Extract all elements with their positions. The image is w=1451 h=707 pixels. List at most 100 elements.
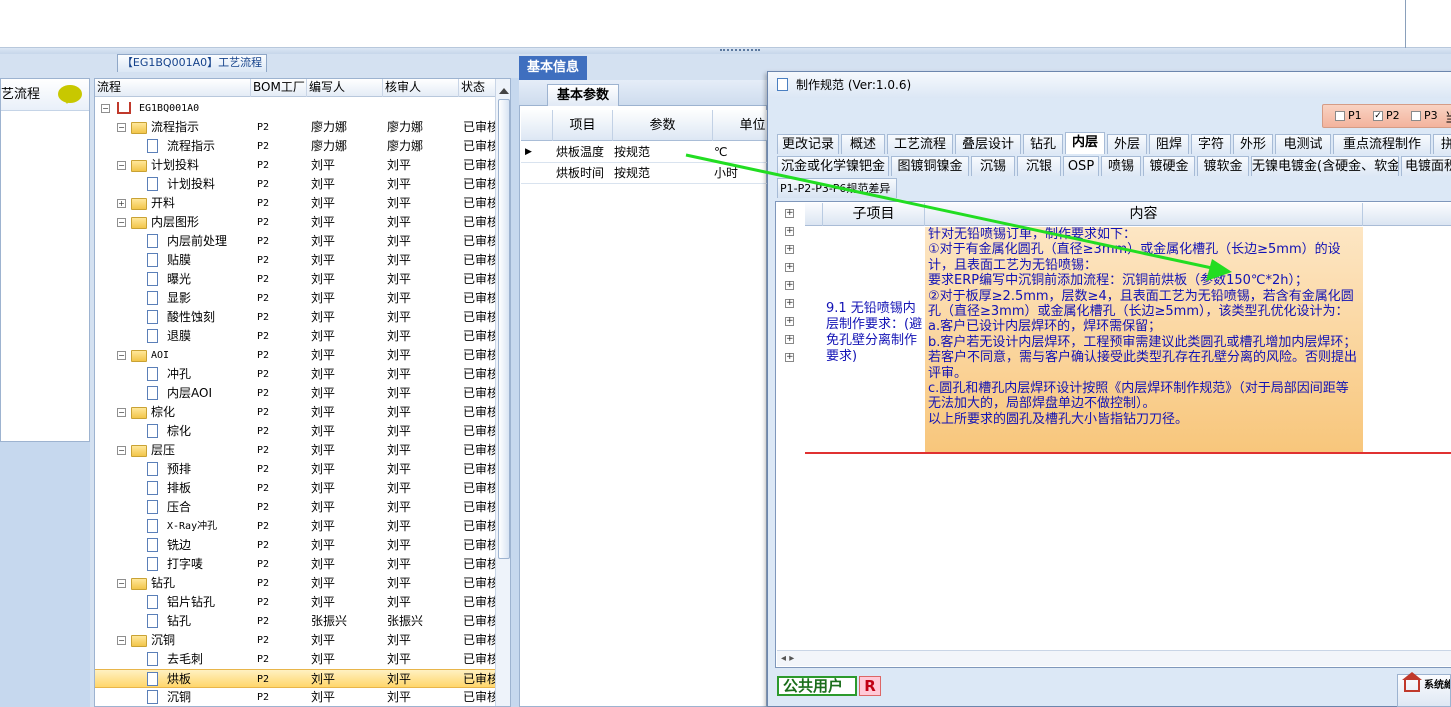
vertical-splitter[interactable] (511, 78, 519, 707)
tab-spec[interactable]: 外形 (1233, 134, 1273, 154)
tab-spec[interactable]: 电镀面积 (1401, 156, 1451, 176)
param-row[interactable]: ▶ 烘板温度 按规范 ℃ (521, 143, 767, 163)
scroll-thumb[interactable] (498, 99, 510, 559)
expand-plus-icon[interactable]: + (785, 299, 794, 308)
tab-plant-diff[interactable]: P1-P2-P3-P6规范差异 (777, 178, 897, 198)
expand-plus-icon[interactable]: + (785, 281, 794, 290)
tab-spec[interactable]: 内层 (1065, 132, 1105, 154)
grid-horizontal-scrollbar[interactable]: ◂ ▸ (777, 650, 1451, 666)
col-header-subitem[interactable]: 子项目 (823, 203, 925, 226)
tree-row[interactable]: 沉铜P2刘平刘平已审核 (95, 688, 495, 706)
tab-spec[interactable]: 电测试 (1275, 134, 1331, 154)
param-value[interactable]: 按规范 (614, 164, 650, 183)
expand-toggle-icon[interactable]: + (117, 199, 126, 208)
tree-row[interactable]: − 棕化 P2 刘平 刘平 已审核 (95, 403, 495, 422)
splitter-grip[interactable] (720, 49, 760, 52)
col-header-status[interactable]: 状态 (459, 79, 499, 97)
expand-plus-icon[interactable]: + (785, 227, 794, 236)
expand-toggle-icon[interactable]: − (101, 104, 110, 113)
expand-plus-icon[interactable]: + (785, 209, 794, 218)
tab-spec[interactable]: OSP (1063, 156, 1099, 176)
tree-row[interactable]: 铝片钻孔P2刘平刘平已审核 (95, 593, 495, 612)
tab-spec[interactable]: 镀软金 (1197, 156, 1249, 176)
expand-toggle-icon[interactable]: − (117, 351, 126, 360)
tab-spec[interactable]: 工艺流程 (887, 134, 953, 154)
tree-row[interactable]: 显影P2刘平刘平已审核 (95, 289, 495, 308)
checkbox-p1[interactable] (1335, 111, 1345, 121)
tab-spec[interactable]: 沉银 (1017, 156, 1061, 176)
tree-row[interactable]: 预排P2刘平刘平已审核 (95, 460, 495, 479)
tab-spec[interactable]: 字符 (1191, 134, 1231, 154)
tree-row[interactable]: 内层前处理P2刘平刘平已审核 (95, 232, 495, 251)
tree-row[interactable]: − AOI P2 刘平 刘平 已审核 (95, 346, 495, 365)
expand-toggle-icon[interactable]: − (117, 161, 126, 170)
expand-toggle-icon[interactable]: − (117, 123, 126, 132)
tab-spec[interactable]: 钻孔 (1023, 134, 1063, 154)
tab-spec[interactable]: 喷锡 (1101, 156, 1141, 176)
tree-row[interactable]: 计划投料P2刘平刘平已审核 (95, 175, 495, 194)
col-header-param[interactable]: 参数 (613, 110, 713, 141)
expand-plus-icon[interactable]: + (785, 317, 794, 326)
tree-row[interactable]: 烘板P2刘平刘平已审核 (95, 669, 495, 688)
tree-row[interactable]: 压合P2刘平刘平已审核 (95, 498, 495, 517)
tree-row[interactable]: 铣边P2刘平刘平已审核 (95, 536, 495, 555)
param-row[interactable]: 烘板时间 按规范 小时 (521, 164, 767, 184)
tab-basic-params[interactable]: 基本参数 (547, 84, 619, 106)
checkbox-p3[interactable] (1411, 111, 1421, 121)
dialog-title[interactable]: 制作规范 (Ver:1.0.6) (768, 72, 1451, 98)
scroll-up-icon[interactable] (499, 83, 509, 94)
tree-row[interactable]: 钻孔P2张振兴张振兴已审核 (95, 612, 495, 631)
tab-spec[interactable]: 沉锡 (971, 156, 1015, 176)
param-value[interactable]: 按规范 (614, 143, 650, 162)
tree-row[interactable]: 流程指示P2廖力娜廖力娜已审核 (95, 137, 495, 156)
tree-row[interactable]: − 计划投料 P2 刘平 刘平 已审核 (95, 156, 495, 175)
col-header-item[interactable]: 项目 (553, 110, 613, 141)
tab-spec[interactable]: 拼板 (1433, 134, 1451, 154)
tab-spec[interactable]: 叠层设计 (955, 134, 1021, 154)
tree-row[interactable]: 冲孔P2刘平刘平已审核 (95, 365, 495, 384)
tree-row[interactable]: 内层AOIP2刘平刘平已审核 (95, 384, 495, 403)
tab-spec[interactable]: 阻焊 (1149, 134, 1189, 154)
tab-spec[interactable]: 概述 (841, 134, 885, 154)
tab-basic-info[interactable]: 基本信息 (519, 56, 587, 80)
tab-spec[interactable]: 镀硬金 (1143, 156, 1195, 176)
tree-row[interactable]: − 层压 P2 刘平 刘平 已审核 (95, 441, 495, 460)
expand-plus-icon[interactable]: + (785, 263, 794, 272)
col-header-content[interactable]: 内容 (925, 203, 1363, 226)
tree-row[interactable]: 曝光P2刘平刘平已审核 (95, 270, 495, 289)
expand-toggle-icon[interactable]: − (117, 408, 126, 417)
tab-spec[interactable]: 更改记录 (777, 134, 839, 154)
tree-row[interactable]: X-Ray冲孔P2刘平刘平已审核 (95, 517, 495, 536)
tree-row[interactable]: 去毛刺P2刘平刘平已审核 (95, 650, 495, 669)
tab-spec[interactable]: 沉金或化学镍钯金 (777, 156, 889, 176)
expand-plus-icon[interactable]: + (785, 335, 794, 344)
checkbox-p2[interactable]: ✓ (1373, 111, 1383, 121)
col-header-process[interactable]: 流程 (95, 79, 251, 97)
tab-spec[interactable]: 重点流程制作 (1333, 134, 1431, 154)
expand-toggle-icon[interactable]: − (117, 579, 126, 588)
expand-toggle-icon[interactable]: − (117, 636, 126, 645)
tree-row[interactable]: 棕化P2刘平刘平已审核 (95, 422, 495, 441)
cell-subitem[interactable]: 9.1 无铅喷锡内层制作要求：(避免孔壁分离制作要求) (823, 227, 925, 453)
tree-row[interactable]: − EG1BQ001A0 (95, 99, 495, 118)
tab-spec[interactable]: 图镀铜镍金 (891, 156, 969, 176)
expand-toggle-icon[interactable]: − (117, 218, 126, 227)
cell-content[interactable]: 针对无铅喷锡订单，制作要求如下： ①对于有金属化圆孔（直径≥3mm）或金属化槽孔（… (925, 227, 1363, 453)
tree-row[interactable]: 酸性蚀刻P2刘平刘平已审核 (95, 308, 495, 327)
col-header-reviewer[interactable]: 核审人 (383, 79, 459, 97)
col-header-writer[interactable]: 编写人 (307, 79, 383, 97)
tree-row[interactable]: − 内层图形 P2 刘平 刘平 已审核 (95, 213, 495, 232)
chat-bubble-icon[interactable] (58, 85, 82, 104)
tree-row[interactable]: − 沉铜 P2 刘平 刘平 已审核 (95, 631, 495, 650)
tree-row[interactable]: − 钻孔 P2 刘平 刘平 已审核 (95, 574, 495, 593)
tree-row[interactable]: 打字唛P2刘平刘平已审核 (95, 555, 495, 574)
tree-scrollbar[interactable] (495, 79, 510, 706)
expand-plus-icon[interactable]: + (785, 353, 794, 362)
tab-spec[interactable]: 外层 (1107, 134, 1147, 154)
tree-row[interactable]: − 流程指示 P2 廖力娜 廖力娜 已审核 (95, 118, 495, 137)
col-header-bom[interactable]: BOM工厂 (251, 79, 307, 97)
tree-row[interactable]: 贴膜P2刘平刘平已审核 (95, 251, 495, 270)
expand-plus-icon[interactable]: + (785, 245, 794, 254)
tree-row[interactable]: 排板P2刘平刘平已审核 (95, 479, 495, 498)
expand-toggle-icon[interactable]: − (117, 446, 126, 455)
